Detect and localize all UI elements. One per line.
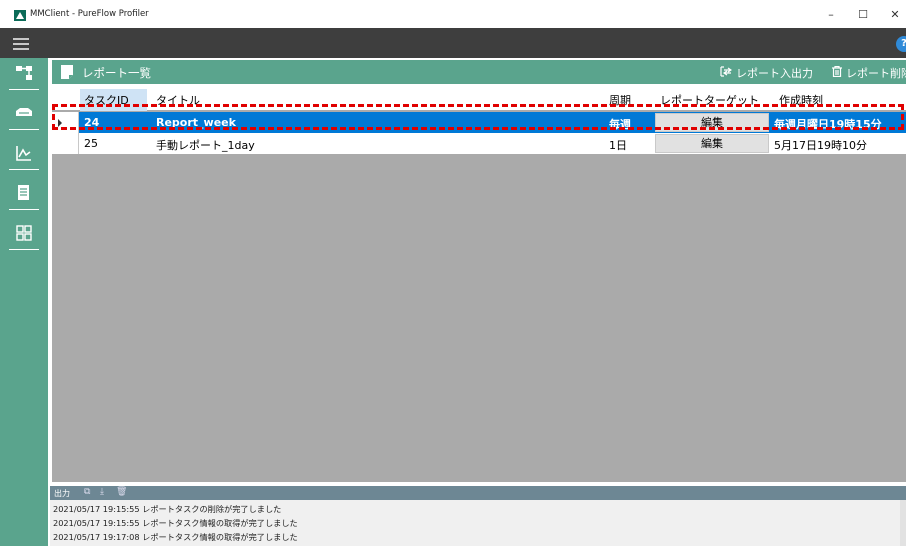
network-topology-icon [16, 66, 32, 80]
table-row[interactable]: 25 手動レポート_1day 1日 編集 5月17日19時10分 [52, 133, 906, 154]
menu-bar: ? [0, 28, 906, 58]
clear-log-icon[interactable]: 🗑 [116, 487, 127, 497]
hamburger-menu-icon[interactable] [13, 38, 29, 50]
window-titlebar: MMClient - PureFlow Profiler – ☐ ✕ [0, 0, 906, 28]
sidebar-item-device[interactable] [9, 98, 39, 130]
cell-title: Report_week [156, 116, 236, 129]
output-toolbar: 出力 ⧉ ⤓ 🗑 [50, 486, 906, 500]
table-header: タスクID タイトル 周期 レポートターゲット 作成時刻 [52, 84, 906, 111]
report-table: タスクID タイトル 周期 レポートターゲット 作成時刻 24 Report_w… [52, 84, 906, 482]
trash-icon [832, 65, 842, 78]
column-header-title[interactable]: タイトル [156, 92, 200, 108]
log-line: 2021/05/17 19:15:55 レポートタスクの削除が完了しました [53, 504, 282, 514]
sidebar-item-chart[interactable] [9, 138, 39, 170]
cell-task-id: 24 [84, 116, 100, 129]
edit-target-button[interactable]: 編集 [655, 113, 769, 132]
row-indicator [52, 112, 79, 133]
sidebar-item-layout[interactable] [9, 218, 39, 250]
column-header-task-id[interactable]: タスクID [80, 89, 147, 111]
copy-icon[interactable]: ⧉ [84, 487, 90, 497]
column-header-created-time[interactable]: 作成時刻 [779, 92, 823, 108]
minimize-button[interactable]: – [824, 8, 838, 22]
import-export-icon [720, 66, 733, 77]
output-log: 2021/05/17 19:15:55 レポートタスクの削除が完了しました 20… [50, 500, 906, 546]
output-label: 出力 [54, 489, 70, 498]
cell-period: 1日 [609, 139, 627, 152]
sidebar-item-topology[interactable] [9, 58, 39, 90]
maximize-button[interactable]: ☐ [856, 8, 870, 22]
grid-layout-icon [16, 225, 32, 241]
cell-task-id: 25 [84, 137, 98, 150]
chart-line-icon [16, 146, 31, 161]
sidebar [0, 58, 48, 546]
sidebar-item-report[interactable] [9, 178, 39, 210]
row-indicator [52, 133, 79, 154]
report-io-button[interactable]: レポート入出力 [720, 65, 813, 81]
table-row[interactable]: 24 Report_week 毎週 編集 毎週月曜日19時15分 [52, 112, 906, 133]
cell-created-time: 5月17日19時10分 [774, 139, 867, 152]
close-button[interactable]: ✕ [888, 8, 902, 22]
panel-header: レポート一覧 レポート入出力 レポート削除 [52, 60, 906, 84]
report-io-label: レポート入出力 [736, 67, 813, 80]
column-header-report-target[interactable]: レポートターゲット [660, 92, 759, 108]
cell-created-time: 毎週月曜日19時15分 [774, 118, 882, 131]
edit-target-button[interactable]: 編集 [655, 134, 769, 153]
log-line: 2021/05/17 19:15:55 レポートタスク情報の取得が完了しました [53, 518, 298, 528]
help-icon[interactable]: ? [896, 36, 906, 52]
column-header-period[interactable]: 周期 [609, 92, 631, 108]
report-list-icon [61, 65, 73, 79]
download-icon[interactable]: ⤓ [100, 487, 104, 497]
cell-title: 手動レポート_1day [156, 139, 255, 152]
page-title: レポート一覧 [82, 66, 151, 80]
output-scrollbar[interactable] [900, 500, 906, 546]
app-logo-icon [14, 10, 26, 21]
report-document-icon [18, 185, 29, 200]
window-title: MMClient - PureFlow Profiler [30, 9, 149, 19]
log-line: 2021/05/17 19:17:08 レポートタスク情報の取得が完了しました [53, 532, 298, 542]
cell-period: 毎週 [609, 118, 631, 131]
device-icon [16, 108, 32, 116]
report-delete-button[interactable]: レポート削除 [832, 65, 906, 81]
report-delete-label: レポート削除 [846, 67, 906, 80]
